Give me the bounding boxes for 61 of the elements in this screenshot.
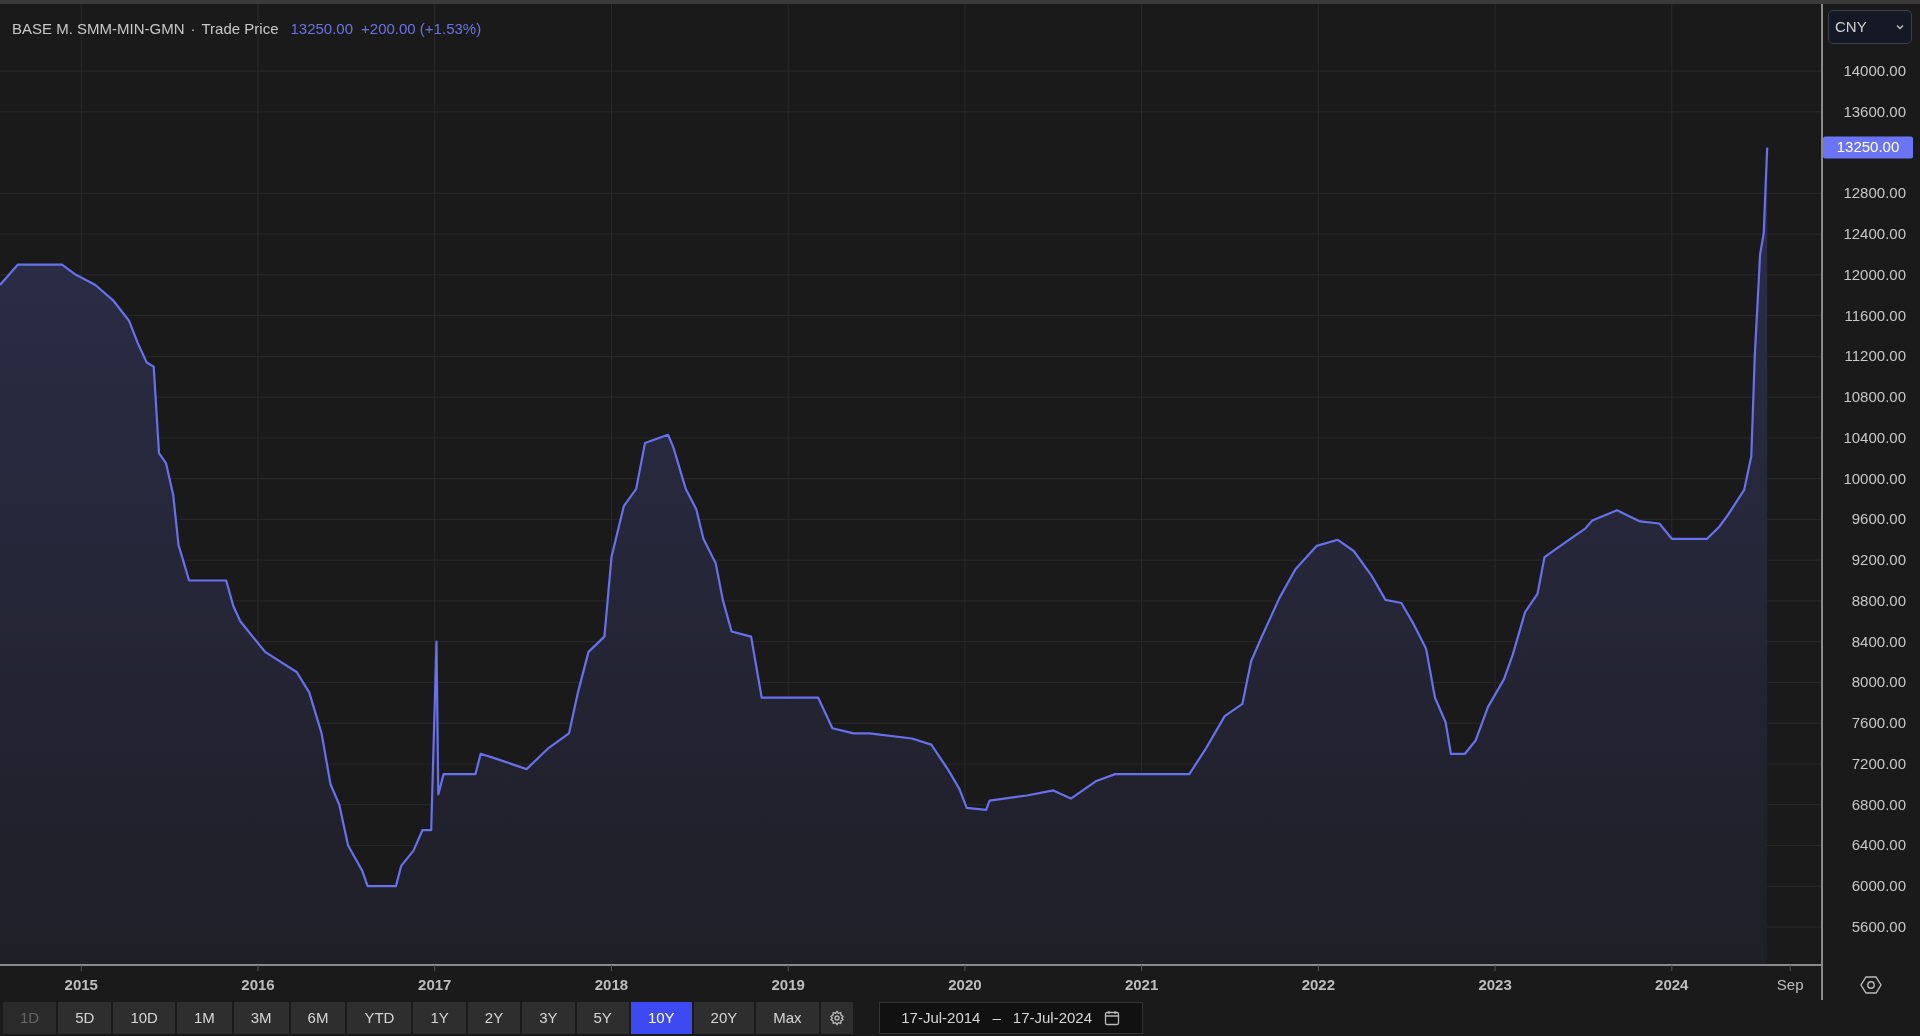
x-axis-label: 2016: [241, 976, 275, 993]
range-tab[interactable]: 20Y: [693, 1002, 755, 1034]
y-axis-label: 7600.00: [1851, 714, 1906, 732]
x-axis-label: 2024: [1655, 976, 1689, 993]
x-axis-label: 2018: [594, 976, 629, 993]
x-axis-label: 2019: [771, 976, 805, 993]
calendar-icon: [1104, 1010, 1120, 1026]
y-axis-label: 10000.00: [1843, 469, 1906, 487]
start-date: 17-Jul-2014: [901, 1007, 981, 1028]
y-axis-label: 14000.00: [1843, 62, 1906, 80]
y-axis-label: 5600.00: [1851, 918, 1906, 935]
range-tab[interactable]: 3Y: [522, 1002, 575, 1034]
x-axis-label: 2021: [1124, 976, 1159, 993]
y-axis-label: 6000.00: [1851, 877, 1906, 895]
price-marker: 13250.00: [1823, 136, 1913, 159]
y-axis-label: 8000.00: [1851, 673, 1906, 691]
field-label: Trade Price: [201, 19, 279, 39]
price-value: 13250.00: [290, 19, 354, 39]
settings-button[interactable]: [820, 1002, 853, 1034]
x-axis-label: 2020: [948, 976, 982, 993]
range-tab[interactable]: 1Y: [413, 1002, 466, 1034]
symbol-label: BASE M. SMM-MIN-GMN: [12, 19, 185, 39]
range-tab[interactable]: Max: [756, 1002, 819, 1034]
y-axis-label: 12400.00: [1843, 225, 1906, 243]
range-tab[interactable]: 5Y: [576, 1002, 629, 1034]
y-axis-label: 8800.00: [1851, 591, 1906, 609]
range-dash: –: [992, 1007, 1001, 1028]
gear-icon: [828, 1010, 845, 1026]
y-axis-label: 9200.00: [1851, 551, 1906, 569]
range-tab[interactable]: 10Y: [630, 1002, 692, 1034]
settings-icon[interactable]: [1860, 974, 1882, 996]
range-tab[interactable]: 1M: [176, 1002, 232, 1034]
range-tab[interactable]: 5D: [58, 1002, 112, 1034]
x-axis-label: Sep: [1776, 976, 1804, 993]
x-axis-label: 2015: [64, 976, 98, 993]
range-tab[interactable]: 10D: [113, 1002, 175, 1034]
y-axis-label: 6400.00: [1851, 836, 1906, 854]
date-range-field[interactable]: 17-Jul-2014 – 17-Jul-2024: [878, 1002, 1143, 1034]
y-axis-label: 11200.00: [1844, 347, 1906, 365]
currency-select[interactable]: CNY: [1828, 10, 1912, 44]
y-axis-label: 8400.00: [1851, 632, 1906, 650]
range-tab[interactable]: 3M: [233, 1002, 289, 1034]
y-axis-label: 13600.00: [1843, 102, 1906, 120]
end-date: 17-Jul-2024: [1012, 1007, 1092, 1028]
range-tab[interactable]: 6M: [290, 1002, 346, 1034]
range-tab[interactable]: 2Y: [467, 1002, 521, 1034]
y-axis-label: 10400.00: [1843, 428, 1906, 446]
y-axis-label: 10800.00: [1843, 388, 1906, 406]
y-axis-label: 11600.00: [1844, 306, 1906, 324]
separator-dot: ·: [190, 19, 196, 39]
x-axis-label: 2023: [1478, 976, 1512, 993]
y-axis-label: 7200.00: [1851, 754, 1906, 772]
y-axis-label: 12000.00: [1843, 265, 1906, 283]
y-axis-label: 12800.00: [1843, 184, 1906, 202]
y-axis-label: 6800.00: [1851, 795, 1906, 813]
x-axis-label: 2022: [1301, 976, 1336, 993]
y-axis-label: 9600.00: [1851, 510, 1906, 528]
x-axis-label: 2017: [418, 976, 452, 993]
range-tab[interactable]: YTD: [347, 1002, 412, 1034]
change-value: +200.00 (+1.53%): [361, 19, 482, 39]
chevron-down-icon: [1895, 22, 1905, 32]
